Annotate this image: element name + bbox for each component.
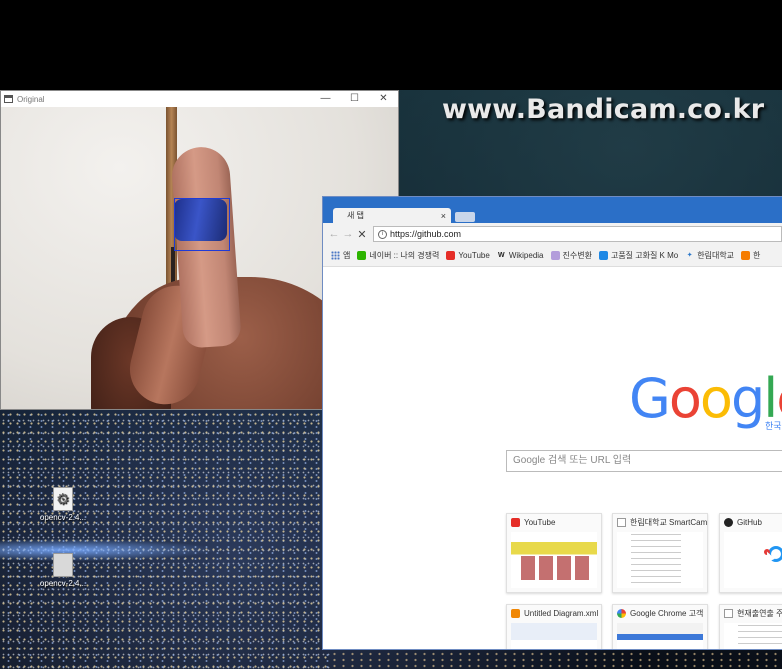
- most-visited-tile-other[interactable]: 현재출연출 주: [719, 604, 782, 649]
- page-icon: [617, 517, 626, 527]
- desktop-icon-opencv-2[interactable]: opencv-2.4...: [32, 553, 94, 588]
- desktop-icon-label: opencv-2.4...: [39, 513, 87, 522]
- opencv-window-title: Original: [17, 94, 45, 104]
- bookmark-label: 진수변환: [562, 251, 592, 260]
- window-controls: — ☐ ✕: [311, 91, 398, 107]
- tile-thumbnail: [617, 623, 703, 649]
- bookmark-icon: [550, 251, 560, 260]
- bookmark-more[interactable]: 한: [741, 250, 760, 261]
- most-visited-tile-chrome-help[interactable]: Google Chrome 고객: [612, 604, 708, 649]
- close-button[interactable]: ✕: [369, 91, 398, 107]
- desktop-icon-label: opencv-2.4...: [39, 579, 87, 588]
- bookmark-label: 한: [753, 251, 761, 260]
- most-visited-tile-youtube[interactable]: YouTube: [506, 513, 602, 593]
- window-app-icon: [4, 95, 13, 103]
- go-icon: [598, 251, 608, 260]
- bookmark-label: 고품질 고화질 K Mo: [610, 251, 679, 260]
- bookmarks-bar: 앱 네이버 :: 나의 경쟁력 YouTube W Wikipedia 진수변환…: [323, 245, 782, 267]
- bookmark-label: Wikipedia: [508, 251, 544, 260]
- tile-thumbnail: [724, 532, 782, 588]
- file-gear-icon: [53, 487, 73, 511]
- back-button[interactable]: ←: [327, 228, 341, 240]
- youtube-icon: [446, 251, 456, 260]
- bookmark-label: YouTube: [458, 251, 490, 260]
- tile-thumbnail: [724, 623, 782, 649]
- bookmark-label: 한림대학교: [697, 251, 735, 260]
- tile-title: YouTube: [524, 517, 556, 527]
- address-bar[interactable]: i https://github.com: [373, 226, 782, 242]
- bookmark-apps[interactable]: 앱: [331, 250, 350, 261]
- desktop-icon-opencv-1[interactable]: opencv-2.4...: [32, 487, 94, 522]
- bookmark-hallym[interactable]: ✦ 한림대학교: [685, 250, 734, 261]
- new-tab-page: Google 한국 Google 검색 또는 URL 입력 YouTube 한림…: [323, 267, 782, 649]
- bookmark-naver[interactable]: 네이버 :: 나의 경쟁력: [357, 250, 439, 261]
- tile-title: Untitled Diagram.xml: [524, 608, 599, 618]
- bandicam-watermark: www.Bandicam.co.kr: [442, 94, 765, 125]
- naver-icon: [357, 251, 367, 260]
- drawio-icon: [511, 608, 520, 618]
- most-visited-tile-diagram[interactable]: Untitled Diagram.xml: [506, 604, 602, 649]
- tab-strip: 새 탭 ×: [323, 197, 782, 223]
- info-icon[interactable]: i: [378, 229, 387, 239]
- youtube-icon: [511, 517, 520, 527]
- minimize-button[interactable]: —: [311, 91, 340, 107]
- tile-title: GitHub: [737, 517, 762, 527]
- tile-thumbnail: [617, 532, 703, 588]
- maximize-button[interactable]: ☐: [340, 91, 369, 107]
- chrome-window[interactable]: 새 탭 × ← → ✕ i https://github.com 앱 네이버 :…: [322, 196, 782, 650]
- bookmark-wikipedia[interactable]: W Wikipedia: [497, 251, 544, 260]
- browser-toolbar: ← → ✕ i https://github.com: [323, 223, 782, 245]
- tile-thumbnail: [511, 532, 597, 588]
- github-icon: [724, 517, 733, 527]
- bookmark-go[interactable]: 고품질 고화질 K Mo: [598, 250, 679, 261]
- google-region-label: 한국: [765, 421, 782, 431]
- tab-new-tab[interactable]: 새 탭 ×: [333, 208, 451, 223]
- bookmark-youtube[interactable]: YouTube: [446, 251, 490, 260]
- google-icon: [617, 608, 626, 618]
- google-search-input[interactable]: Google 검색 또는 URL 입력: [506, 450, 782, 472]
- google-logo: Google: [629, 367, 782, 430]
- file-icon: [53, 553, 73, 577]
- opencv-titlebar[interactable]: Original — ☐ ✕: [1, 91, 398, 107]
- forward-button[interactable]: →: [341, 228, 355, 240]
- hallym-icon: ✦: [686, 252, 693, 259]
- tile-title: 현재출연출 주: [737, 608, 782, 618]
- tile-thumbnail: [511, 623, 597, 649]
- bookmark-label: 네이버 :: 나의 경쟁력: [369, 251, 440, 260]
- tracking-bounding-box: [174, 198, 230, 251]
- stop-button[interactable]: ✕: [355, 228, 369, 241]
- tab-title: 새 탭: [347, 211, 364, 220]
- bookmark-label: 앱: [343, 251, 351, 260]
- most-visited-tile-smartcam[interactable]: 한림대학교 SmartCam: [612, 513, 708, 593]
- address-text: https://github.com: [390, 229, 462, 239]
- new-tab-button[interactable]: [455, 212, 475, 222]
- wikipedia-icon: W: [498, 252, 505, 259]
- apps-icon: [331, 251, 340, 260]
- bookmark-icon: [741, 251, 751, 260]
- bookmark-jinsu[interactable]: 진수변환: [550, 250, 592, 261]
- tile-title: Google Chrome 고객: [630, 608, 704, 618]
- most-visited-tile-github[interactable]: GitHub: [719, 513, 782, 593]
- tile-title: 한림대학교 SmartCam: [630, 517, 707, 527]
- tab-close-icon[interactable]: ×: [441, 211, 446, 221]
- page-icon: [724, 608, 733, 618]
